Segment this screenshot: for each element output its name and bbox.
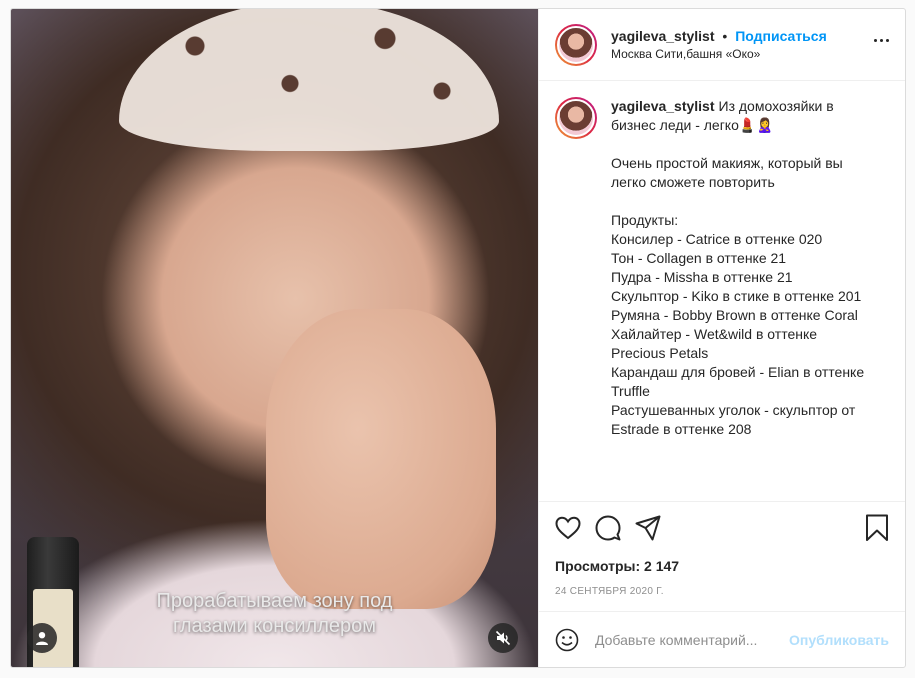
add-comment-bar: Опубликовать	[539, 611, 905, 667]
caption-text: Из домохозяйки в бизнес леди - легко💄🙎‍♀…	[611, 98, 865, 437]
more-icon-dot	[874, 39, 877, 42]
video-frame-headband	[119, 9, 499, 151]
heart-icon	[555, 516, 581, 540]
mute-icon	[495, 630, 511, 646]
author-username[interactable]: yagileva_stylist	[611, 28, 715, 44]
post-header-text: yagileva_stylist • Подписаться Москва Си…	[611, 27, 827, 63]
comment-icon	[595, 515, 621, 541]
save-button[interactable]	[863, 508, 889, 548]
post-sidebar: yagileva_stylist • Подписаться Москва Си…	[538, 9, 905, 667]
like-button[interactable]	[555, 508, 595, 548]
post-header-top-line: yagileva_stylist • Подписаться	[611, 27, 827, 45]
location-link[interactable]: Москва Сити,башня «Око»	[611, 45, 827, 63]
share-icon	[635, 515, 661, 541]
video-caption: Прорабатываем зону под глазами консиллер…	[11, 589, 538, 639]
post-video[interactable]: Прорабатываем зону под глазами консиллер…	[11, 9, 538, 667]
post-caption: yagileva_stylist Из домохозяйки в бизнес …	[611, 97, 873, 485]
caption-author-avatar-image	[557, 99, 595, 137]
caption-author-avatar[interactable]	[555, 97, 597, 139]
comment-input[interactable]	[595, 631, 790, 648]
author-avatar-image	[557, 25, 595, 64]
action-icons-row	[555, 508, 889, 548]
author-avatar[interactable]	[555, 23, 597, 66]
share-button[interactable]	[635, 508, 675, 548]
post-actions: Просмотры: 2 147 24 сентября 2020 г.	[539, 502, 905, 597]
emoji-icon[interactable]	[555, 628, 579, 652]
video-frame-hand	[266, 309, 496, 609]
views-count[interactable]: Просмотры: 2 147	[555, 558, 889, 574]
video-caption-line-2: глазами консиллером	[173, 615, 376, 637]
video-caption-line-1: Прорабатываем зону под	[156, 590, 393, 612]
more-icon-dot	[880, 39, 883, 42]
post-header: yagileva_stylist • Подписаться Москва Си…	[539, 9, 905, 81]
publish-button[interactable]: Опубликовать	[789, 632, 889, 648]
user-icon	[36, 632, 48, 645]
separator-dot: •	[722, 27, 728, 44]
bookmark-icon	[866, 514, 888, 541]
tagged-users-button[interactable]	[27, 623, 57, 653]
more-icon-dot	[886, 39, 889, 42]
follow-button[interactable]: Подписаться	[735, 28, 827, 44]
caption-username[interactable]: yagileva_stylist	[611, 98, 715, 114]
post-date[interactable]: 24 сентября 2020 г.	[555, 586, 889, 597]
more-icon[interactable]	[874, 39, 889, 42]
mute-button[interactable]	[488, 623, 518, 653]
post-caption-area: yagileva_stylist Из домохозяйки в бизнес …	[539, 81, 905, 502]
comment-button[interactable]	[595, 508, 635, 548]
post-dialog: Прорабатываем зону под глазами консиллер…	[10, 8, 906, 668]
